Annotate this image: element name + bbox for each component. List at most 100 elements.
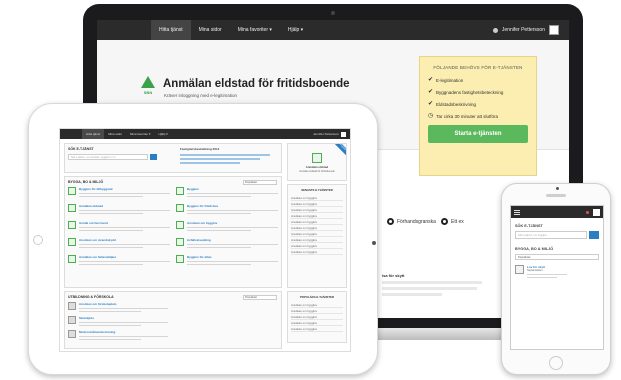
education-sort-select[interactable]: Populärast [243, 295, 277, 300]
service-item[interactable]: Bygglov för altan [176, 255, 278, 269]
search-heading: SÖK E-TJÄNST [68, 147, 94, 151]
latest-services-heading: SENASTE E-TJÄNSTER [301, 188, 333, 192]
nav-item-mina-favoriter[interactable]: Mina favoriter ▾ [230, 20, 280, 40]
house-icon [176, 204, 184, 212]
nav-item-mina-sidor[interactable]: Mina sidor [104, 129, 126, 139]
category-heading: BYGGA, BO & MILJÖ [515, 247, 554, 251]
phone-device: SÖK E-TJÄNST Sök e-tjänst, t ex bygglov … [501, 183, 611, 375]
laptop-top-nav: Hitta tjänst Mina sidor Mina favoriter ▾… [97, 20, 569, 40]
user-menu[interactable]: Jennifer Pettersson [313, 131, 350, 137]
latest-services-panel: SENASTE E-TJÄNSTER Ansökan om bygglov An… [287, 184, 347, 288]
radio-preview[interactable]: Förhandsgranska [387, 218, 436, 225]
search-button[interactable] [589, 231, 599, 239]
search-panel: SÖK E-TJÄNST Sök e-tjänst, t ex ansökan,… [64, 143, 282, 173]
featured-service-card[interactable]: Populär Anmälan eldstad Anmälan eldstad … [287, 143, 347, 181]
service-item[interactable]: Ansökan om bygglov [176, 221, 278, 235]
popular-ribbon: Populär [334, 144, 346, 156]
avatar[interactable] [593, 208, 600, 216]
radio-icon [387, 218, 394, 225]
service-item[interactable]: Anmälan eldstad [68, 204, 170, 218]
search-button[interactable] [150, 154, 157, 160]
requirements-heading: FÖLJANDE BEHÖVS FÖR E-TJÄNSTEN [433, 65, 523, 70]
tablet-main-column: SÖK E-TJÄNST Sök e-tjänst, t ex ansökan,… [64, 143, 282, 351]
tree-icon [141, 76, 155, 88]
sort-select[interactable]: Populärast [515, 254, 599, 260]
tablet-top-nav: Hitta tjänst Mina sidor Mina favoriter ▾… [60, 129, 350, 139]
fire-icon [68, 204, 76, 212]
laptop-camera [331, 11, 335, 15]
service-item[interactable]: Lov för skytt Skyltansökan [515, 265, 599, 278]
user-name: Jennifer Pettersson [313, 132, 339, 136]
check-icon: ✔ [428, 101, 434, 107]
service-item[interactable]: Ansökan om strandskydd [68, 238, 170, 252]
phone-speaker [546, 194, 566, 197]
tablet-camera [372, 241, 376, 245]
radio-ex[interactable]: Ett ex [441, 218, 464, 225]
phone-home-button [549, 356, 563, 370]
recycle-icon [176, 238, 184, 246]
document-icon [176, 221, 184, 229]
page-subtitle: Kräver inloggning med e-legitimation [164, 93, 238, 98]
category-sort-select[interactable]: Populärast [243, 180, 277, 185]
popular-services-panel: POPULÄRA E-TJÄNSTER Ansökan om bygglov A… [287, 291, 347, 343]
text-line [382, 287, 477, 290]
featured-text-line [180, 154, 270, 156]
service-logo: SBN [137, 76, 159, 102]
tablet-device: Hitta tjänst Mina sidor Mina favoriter ▾… [28, 103, 378, 375]
fire-icon [312, 153, 322, 163]
service-item[interactable]: Anmälan om fettavskiljare [68, 255, 170, 269]
requirement-item: ✔ Eldstadsbeskrivning [428, 101, 477, 107]
service-item[interactable]: Avfallsinsamling [176, 238, 278, 252]
service-item[interactable]: Bygglov för fritidshus [176, 204, 278, 218]
check-icon: ✔ [428, 77, 434, 83]
notification-badge[interactable] [586, 210, 589, 214]
text-line [382, 293, 442, 296]
house-icon [176, 187, 184, 195]
content-snippet: lsa för skytt [382, 273, 405, 278]
photo-icon [68, 316, 76, 324]
avatar[interactable] [341, 131, 346, 137]
featured-service-title: Anmälan eldstad för fritidsboende [299, 170, 335, 173]
service-item[interactable]: Modersmålsundervisning [68, 330, 168, 344]
education-panel: UTBILDNING & FÖRSKOLA Populärast Ansökan… [64, 291, 282, 349]
nav-item-mina-favoriter[interactable]: Mina favoriter ▾ [126, 129, 155, 139]
phone-camera [556, 187, 559, 190]
featured-text-line [180, 162, 240, 164]
user-name: Jennifer Pettersson [501, 27, 545, 33]
user-icon [492, 27, 498, 33]
category-panel: BYGGA, BO & MILJÖ Populärast Bygglov för… [64, 176, 282, 288]
user-menu[interactable]: Jennifer Pettersson [492, 25, 569, 35]
search-input[interactable]: Sök e-tjänst, t ex ansökan, bygglov m m [68, 154, 148, 160]
avatar[interactable] [549, 25, 559, 35]
featured-heading: Fastighetsbeskattning 2014 [180, 147, 220, 151]
service-item[interactable]: Skolskjuts [68, 316, 168, 330]
requirement-item: ◷ Tar cirka 30 minuter att slutföra [428, 113, 499, 119]
phone-body: SÖK E-TJÄNST Sök e-tjänst, t ex bygglov … [511, 218, 603, 286]
nav-item-mina-sidor[interactable]: Mina sidor [191, 20, 230, 40]
photo-icon [68, 330, 76, 338]
list-item[interactable]: Ansökan om bygglov [291, 249, 343, 255]
tablet-home-button [33, 235, 43, 245]
nav-item-hitta-tjanst[interactable]: Hitta tjänst [151, 20, 191, 40]
popular-services-heading: POPULÄRA E-TJÄNSTER [300, 295, 334, 299]
sign-icon [515, 265, 524, 274]
nav-item-hitta-tjanst[interactable]: Hitta tjänst [82, 129, 105, 139]
nav-item-hjalp[interactable]: Hjälp ▾ [155, 129, 172, 139]
service-item[interactable]: Bygglov [176, 187, 278, 201]
nav-item-hjalp[interactable]: Hjälp ▾ [280, 20, 311, 40]
service-item[interactable]: Ansökan om förskoleplats [68, 302, 168, 316]
list-item[interactable]: Ansökan om bygglov [291, 326, 343, 332]
hamburger-menu-icon[interactable] [514, 209, 520, 215]
pipe-icon [68, 255, 76, 263]
service-item[interactable]: Anmäl om fast hund [68, 221, 170, 235]
dog-icon [68, 221, 76, 229]
start-service-button[interactable]: Starta e-tjänsten [428, 125, 528, 143]
text-line [382, 281, 482, 284]
search-bar: Sök e-tjänst, t ex bygglov [515, 231, 599, 239]
search-input[interactable]: Sök e-tjänst, t ex bygglov [515, 231, 587, 239]
phone-top-nav [511, 206, 603, 218]
featured-text-line [180, 158, 260, 160]
service-item[interactable]: Bygglov för tillbyggnad [68, 187, 170, 201]
search-heading: SÖK E-TJÄNST [515, 224, 543, 228]
check-icon: ✔ [428, 89, 434, 95]
